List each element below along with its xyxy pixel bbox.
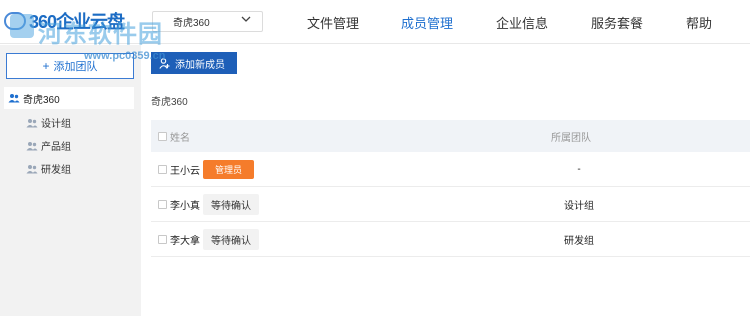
nav-member-management[interactable]: 成员管理	[401, 13, 453, 32]
tree-item-dev-team[interactable]: 研发组	[26, 161, 71, 176]
nav-help[interactable]: 帮助	[686, 13, 712, 32]
row-checkbox[interactable]	[158, 234, 167, 244]
nav-file-management[interactable]: 文件管理	[307, 13, 359, 32]
row-checkbox[interactable]	[158, 164, 167, 174]
table-row[interactable]: 李大拿 等待确认 研发组	[151, 222, 750, 257]
chevron-down-icon	[241, 16, 251, 22]
member-name-cell: 李小真 等待确认	[158, 193, 259, 215]
member-team: 研发组	[564, 235, 594, 247]
pending-badge: 等待确认	[203, 193, 259, 215]
admin-badge: 管理员	[203, 159, 255, 179]
organization-select-value: 奇虎360	[173, 18, 210, 29]
add-user-icon	[159, 57, 170, 69]
add-team-label: 添加团队	[53, 61, 98, 73]
tree-root-organization[interactable]: 奇虎360	[4, 87, 134, 109]
member-name: 李小真	[170, 200, 200, 212]
nav-company-info[interactable]: 企业信息	[496, 13, 548, 32]
plus-icon: +	[42, 59, 50, 73]
tree-item-label: 研发组	[41, 165, 71, 176]
organization-select[interactable]: 奇虎360	[152, 11, 263, 32]
add-member-label: 添加新成员	[175, 59, 225, 71]
top-header: 360企业云盘 奇虎360 文件管理 成员管理 企业信息 服务套餐 帮助	[0, 0, 750, 44]
tree-item-product-team[interactable]: 产品组	[26, 138, 71, 153]
tree-root-label: 奇虎360	[23, 94, 60, 106]
tree-item-design-team[interactable]: 设计组	[26, 115, 71, 130]
tree-item-label: 设计组	[41, 119, 71, 130]
team-icon	[8, 94, 20, 103]
table-row[interactable]: 李小真 等待确认 设计组	[151, 187, 750, 222]
team-icon	[26, 164, 38, 173]
column-name-label: 姓名	[170, 132, 190, 144]
member-team: 设计组	[564, 200, 594, 212]
member-team: -	[577, 163, 581, 175]
table-header: 姓名 所属团队	[151, 120, 750, 152]
watermark-badge	[10, 14, 34, 38]
member-name: 王小云	[170, 165, 200, 177]
team-sidebar: + 添加团队 奇虎360 设计组 产品组 研发组	[0, 45, 141, 316]
table-row[interactable]: 王小云 管理员 -	[151, 152, 750, 187]
pending-badge: 等待确认	[203, 228, 259, 250]
member-name-cell: 王小云 管理员	[158, 159, 255, 179]
add-member-button[interactable]: 添加新成员	[151, 52, 237, 74]
column-header-team: 所属团队	[551, 132, 591, 144]
select-all-checkbox[interactable]	[158, 131, 167, 141]
nav-service-plan[interactable]: 服务套餐	[591, 13, 643, 32]
add-team-button[interactable]: + 添加团队	[6, 53, 134, 79]
row-checkbox[interactable]	[158, 199, 167, 209]
breadcrumb: 奇虎360	[151, 97, 188, 108]
member-name-cell: 李大拿 等待确认	[158, 228, 259, 250]
logo-text: 360企业云盘	[29, 12, 125, 32]
team-icon	[26, 141, 38, 150]
column-header-name: 姓名	[158, 129, 190, 144]
tree-item-label: 产品组	[41, 142, 71, 153]
member-name: 李大拿	[170, 235, 200, 247]
team-icon	[26, 118, 38, 127]
member-panel: 添加新成员 奇虎360 姓名 所属团队 王小云 管理员 - 李小真 等待确认 设…	[141, 45, 750, 316]
